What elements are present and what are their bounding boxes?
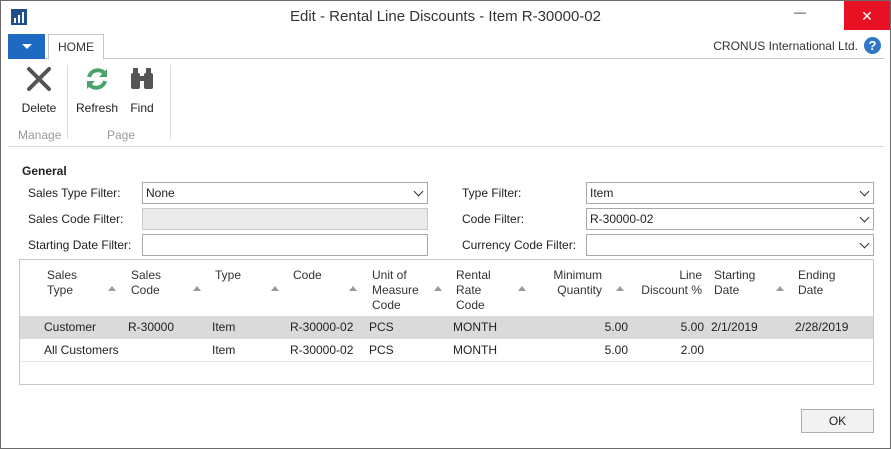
company-name: CRONUS International Ltd. [713,39,858,53]
sort-arrow-icon [616,286,624,291]
cell-code: R-30000-02 [290,343,354,357]
cell-sales-code: R-30000 [128,320,175,334]
code-filter-select[interactable]: R-30000-02 [586,208,874,230]
chevron-down-icon [22,44,32,49]
cell-line-discount: 5.00 [680,320,704,334]
sort-arrow-icon [108,286,116,291]
section-title-general: General [22,164,67,178]
currency-code-filter-label: Currency Code Filter: [462,238,577,252]
dialog-window: Edit - Rental Line Discounts - Item R-30… [0,0,891,449]
table-row[interactable]: All Customers Item R-30000-02 PCS MONTH … [20,339,873,362]
tab-home[interactable]: HOME [48,34,104,60]
column-header-sales-code[interactable]: Sales Code [131,268,161,298]
type-filter-value: Item [590,186,614,200]
sort-arrow-icon [776,286,784,291]
minimize-icon: — [794,5,806,19]
cell-rental-rate-code: MONTH [453,320,497,334]
chevron-down-icon [859,238,870,249]
column-header-unit-of-measure-code[interactable]: Unit of Measure Code [372,268,419,313]
delete-icon [27,67,51,91]
chevron-down-icon [859,186,870,197]
column-header-ending-date[interactable]: Ending Date [798,268,835,298]
sales-type-filter-value: None [146,186,175,200]
title-bar: Edit - Rental Line Discounts - Item R-30… [1,1,890,32]
starting-date-filter-label: Starting Date Filter: [28,238,132,252]
find-button[interactable]: Find [123,63,161,115]
sales-type-filter-label: Sales Type Filter: [28,186,121,200]
refresh-label: Refresh [75,101,119,115]
cell-rental-rate-code: MONTH [453,343,497,357]
group-label-page: Page [107,128,136,142]
delete-button[interactable]: Delete [14,63,64,115]
ribbon-separator [67,65,68,139]
cell-unit-of-measure: PCS [369,320,394,334]
column-header-sales-type[interactable]: Sales Type [47,268,77,298]
refresh-button[interactable]: Refresh [74,63,120,115]
binoculars-icon [131,68,153,89]
sales-code-filter-label: Sales Code Filter: [28,212,124,226]
app-menu-button[interactable] [8,34,45,59]
column-header-code[interactable]: Code [293,268,322,283]
code-filter-value: R-30000-02 [590,212,654,226]
cell-starting-date: 2/1/2019 [711,320,758,334]
ok-button[interactable]: OK [801,409,874,433]
cell-unit-of-measure: PCS [369,343,394,357]
column-header-minimum-quantity[interactable]: Minimum Quantity [525,268,602,298]
find-label: Find [130,101,154,115]
sort-arrow-icon [193,286,201,291]
code-filter-label: Code Filter: [462,212,525,226]
sort-arrow-icon [271,286,279,291]
table-row[interactable]: Customer R-30000 Item R-30000-02 PCS MON… [20,316,873,339]
column-header-line-discount[interactable]: Line Discount % [630,268,702,298]
chevron-down-icon [413,186,424,197]
column-header-rental-rate-code[interactable]: Rental Rate Code [456,268,491,313]
sales-code-filter-field [142,208,428,230]
sort-arrow-icon [349,286,357,291]
sales-type-filter-select[interactable]: None [142,182,428,204]
ribbon-separator [170,65,171,139]
cell-line-discount: 2.00 [680,343,704,357]
ribbon-tabs: HOME CRONUS International Ltd. ? [8,33,884,60]
ribbon-body: Delete Refresh Find Manage Page [8,59,884,147]
delete-label: Delete [21,101,57,115]
column-header-starting-date[interactable]: Starting Date [714,268,755,298]
help-icon[interactable]: ? [864,37,881,54]
cell-code: R-30000-02 [290,320,354,334]
minimize-button[interactable]: — [777,1,823,30]
close-icon: ✕ [861,8,873,24]
refresh-icon [87,68,107,90]
type-filter-label: Type Filter: [462,186,522,200]
cell-ending-date: 2/28/2019 [795,320,849,334]
close-button[interactable]: ✕ [844,1,890,30]
sort-arrow-icon [434,286,442,291]
currency-code-filter-select[interactable] [586,234,874,256]
cell-minimum-quantity: 5.00 [604,320,628,334]
discount-lines-grid: Sales Type Sales Code Type Code Unit of … [19,259,874,385]
cell-minimum-quantity: 5.00 [604,343,628,357]
chevron-down-icon [859,212,870,223]
window-title: Edit - Rental Line Discounts - Item R-30… [290,8,601,25]
column-header-type[interactable]: Type [215,268,241,283]
group-label-manage: Manage [18,128,62,142]
starting-date-filter-field[interactable] [142,234,428,256]
cell-sales-type: All Customers [44,343,119,357]
type-filter-select[interactable]: Item [586,182,874,204]
cell-type: Item [212,320,236,334]
cell-type: Item [212,343,236,357]
cell-sales-type: Customer [44,320,97,334]
